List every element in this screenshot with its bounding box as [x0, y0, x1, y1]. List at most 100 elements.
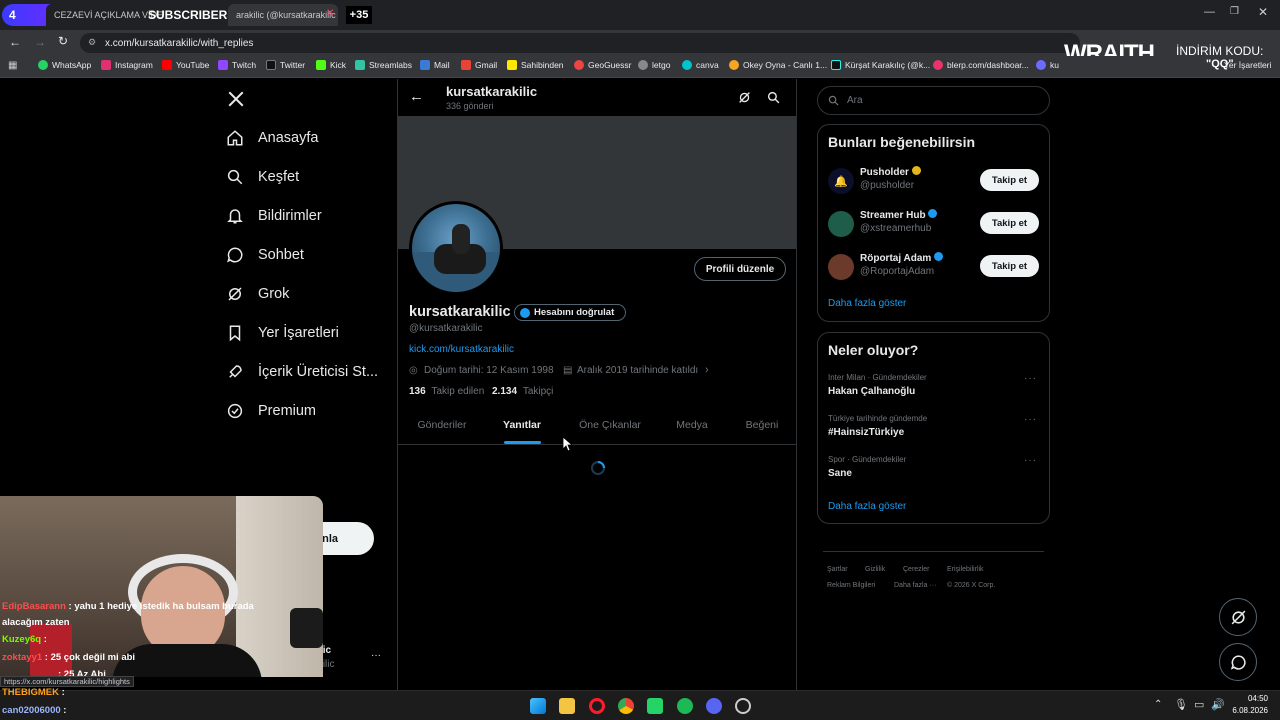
- maximize-icon[interactable]: ❐: [1230, 6, 1239, 17]
- show-more-trends[interactable]: Daha fazla göster: [828, 501, 906, 512]
- trend-meta: Spor · Gündemdekiler: [828, 455, 907, 464]
- spotify-icon[interactable]: [677, 698, 693, 714]
- bookmark-geoguessr[interactable]: GeoGuessr: [574, 60, 631, 70]
- trend-item[interactable]: Spor · Gündemdekiler Sane ···: [818, 453, 1049, 489]
- bookmark-youtube[interactable]: YouTube: [162, 60, 209, 70]
- verify-account-button[interactable]: Hesabını doğrulat: [514, 304, 626, 321]
- follow-button[interactable]: Takip et: [980, 169, 1039, 191]
- discord-icon[interactable]: [706, 698, 722, 714]
- tab-posts[interactable]: Gönderiler: [406, 405, 478, 445]
- minimize-icon[interactable]: —: [1204, 6, 1215, 18]
- nav-premium[interactable]: Premium: [226, 396, 316, 426]
- tab-likes[interactable]: Beğeni: [734, 405, 790, 445]
- grok-icon[interactable]: [738, 91, 751, 104]
- start-icon[interactable]: [530, 698, 546, 714]
- tab-close-icon[interactable]: ✕: [326, 8, 334, 19]
- bookmark-canva[interactable]: canva: [682, 60, 719, 70]
- footer-accessibility[interactable]: Erişilebilirlik: [947, 566, 984, 573]
- more-icon[interactable]: ···: [1024, 414, 1037, 425]
- trend-item[interactable]: Inter Milan · Gündemdekiler Hakan Çalhan…: [818, 371, 1049, 407]
- bookmark-letgo[interactable]: letgo: [638, 60, 670, 70]
- bookmark-label: Mail: [434, 60, 450, 70]
- other-bookmarks[interactable]: Yer İşaretleri: [1224, 60, 1271, 70]
- bookmark-sahibinden[interactable]: Sahibinden: [507, 60, 564, 70]
- steam-icon[interactable]: [735, 698, 751, 714]
- more-icon[interactable]: ···: [1024, 373, 1037, 384]
- tab-highlights[interactable]: Öne Çıkanlar: [570, 405, 650, 445]
- tab-profile[interactable]: arakilic (@kursatkarakilic: [228, 4, 338, 26]
- clock-time[interactable]: 04:50: [1234, 694, 1268, 703]
- tray-chevron-icon[interactable]: ⌃: [1154, 699, 1162, 710]
- forward-icon[interactable]: →: [34, 35, 46, 49]
- close-window-icon[interactable]: ✕: [1258, 5, 1268, 19]
- nav-notifications[interactable]: Bildirimler: [226, 201, 322, 231]
- back-icon[interactable]: ←: [9, 35, 21, 49]
- birthday: Doğum tarihi: 12 Kasım 1998: [424, 365, 554, 376]
- bookmark-gmail[interactable]: Gmail: [461, 60, 497, 70]
- suggestion-row[interactable]: 🔔 Pusholder @pusholder Takip et: [818, 162, 1049, 202]
- suggestion-name-text: Pusholder: [860, 167, 909, 178]
- bookmark-ku[interactable]: ku: [1036, 60, 1059, 70]
- apps-icon[interactable]: ▦: [8, 60, 17, 71]
- followers-link[interactable]: 2.134 Takipçi: [492, 386, 553, 397]
- clock-date[interactable]: 6.08.2026: [1226, 706, 1268, 715]
- nav-label: Grok: [258, 286, 290, 302]
- bookmark-blerp[interactable]: blerp.com/dashboar...: [933, 60, 1029, 70]
- nav-creator-studio[interactable]: İçerik Üreticisi St...: [226, 357, 378, 387]
- nav-grok[interactable]: Grok: [226, 279, 289, 309]
- chat-message: zoktayy1 : 25 çok değil mi abi: [2, 652, 135, 663]
- edit-profile-button[interactable]: Profili düzenle: [694, 257, 786, 281]
- network-icon[interactable]: ▭: [1194, 698, 1204, 711]
- search-icon[interactable]: [767, 91, 780, 104]
- footer-more[interactable]: Daha fazla ···: [894, 582, 936, 589]
- more-icon[interactable]: ···: [371, 650, 381, 661]
- messages-float-button[interactable]: [1219, 643, 1257, 681]
- bookmark-kick[interactable]: Kick: [316, 60, 346, 70]
- nav-chat[interactable]: Sohbet: [226, 240, 304, 270]
- opera-icon[interactable]: [589, 698, 605, 714]
- bookmark-label: Kürşat Karakılıç (@k...: [845, 60, 931, 70]
- microphone-shape: [290, 608, 323, 648]
- bookmark-twitch[interactable]: Twitch: [218, 60, 256, 70]
- nav-explore[interactable]: Keşfet: [226, 162, 299, 192]
- bookmark-icon: [229, 325, 241, 342]
- bookmark-twitter[interactable]: Twitter: [266, 60, 305, 70]
- x-logo-icon[interactable]: [227, 90, 245, 108]
- back-arrow-icon[interactable]: ←: [409, 88, 424, 105]
- footer-ads-info[interactable]: Reklam Bilgileri: [827, 582, 875, 589]
- bookmark-streamlabs[interactable]: Streamlabs: [355, 60, 412, 70]
- whatsapp-icon[interactable]: [647, 698, 663, 714]
- footer-privacy[interactable]: Gizlilik: [865, 566, 885, 573]
- search-input[interactable]: Ara: [817, 86, 1050, 115]
- bookmark-whatsapp[interactable]: WhatsApp: [38, 60, 91, 70]
- trend-item[interactable]: Türkiye tarihinde gündemde #HainsizTürki…: [818, 412, 1049, 448]
- suggestion-row[interactable]: Röportaj Adam @RoportajAdam Takip et: [818, 248, 1049, 288]
- reload-icon[interactable]: ↻: [58, 34, 68, 48]
- profile-avatar[interactable]: [409, 201, 503, 295]
- tab-media[interactable]: Medya: [664, 405, 720, 445]
- following-link[interactable]: 136 Takip edilen: [409, 386, 484, 397]
- follow-button[interactable]: Takip et: [980, 255, 1039, 277]
- volume-icon[interactable]: 🔊: [1211, 698, 1225, 711]
- tab-replies[interactable]: Yanıtlar: [486, 405, 558, 445]
- chrome-icon[interactable]: [618, 698, 634, 714]
- nav-bookmarks[interactable]: Yer İşaretleri: [226, 318, 339, 348]
- bookmark-mail[interactable]: Mail: [420, 60, 450, 70]
- footer-terms[interactable]: Şartlar: [827, 566, 848, 573]
- footer-cookies[interactable]: Çerezler: [903, 566, 929, 573]
- bookmark-tiktok[interactable]: Kürşat Karakılıç (@k...: [831, 60, 930, 70]
- show-more-suggestions[interactable]: Daha fazla göster: [828, 298, 906, 309]
- grok-float-button[interactable]: [1219, 598, 1257, 636]
- profile-link[interactable]: kick.com/kursatkarakilic: [409, 344, 514, 355]
- suggestion-row[interactable]: Streamer Hub @xstreamerhub Takip et: [818, 205, 1049, 245]
- joined-date[interactable]: Aralık 2019 tarihinde katıldı: [577, 365, 698, 376]
- bookmark-instagram[interactable]: Instagram: [101, 60, 153, 70]
- file-explorer-icon[interactable]: [559, 698, 575, 714]
- url-input[interactable]: ⚙ x.com/kursatkarakilic/with_replies: [80, 33, 1080, 53]
- follow-button[interactable]: Takip et: [980, 212, 1039, 234]
- more-icon[interactable]: ···: [1024, 455, 1037, 466]
- bookmark-okey[interactable]: Okey Oyna - Canlı 1...: [729, 60, 827, 70]
- nav-home[interactable]: Anasayfa: [226, 123, 318, 153]
- site-info-icon[interactable]: ⚙: [88, 37, 96, 48]
- microphone-icon[interactable]: 🎙: [1174, 698, 1188, 711]
